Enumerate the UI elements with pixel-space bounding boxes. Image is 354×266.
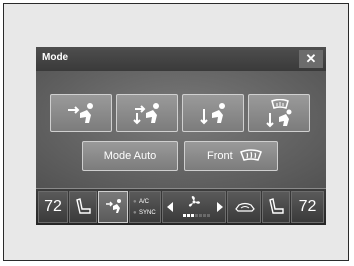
close-button[interactable]: ✕ xyxy=(299,50,323,68)
mode-auto-button[interactable]: Mode Auto xyxy=(82,141,178,171)
recirculation-button[interactable] xyxy=(227,191,261,223)
fan-level-segment xyxy=(183,214,186,217)
ac-indicator-dot: ● xyxy=(133,199,137,205)
bilevel-vent-icon xyxy=(133,103,159,125)
fan-level-segment xyxy=(207,214,210,217)
seat-heater-icon xyxy=(76,198,91,214)
front-defrost-icon xyxy=(240,149,262,161)
mode-floor-defrost-button[interactable] xyxy=(248,94,310,132)
mode-bilevel-vent-button[interactable] xyxy=(116,94,178,132)
seat-heater-icon xyxy=(269,198,284,214)
fan-level-segment xyxy=(203,214,206,217)
face-vent-icon xyxy=(68,103,93,123)
mode-auto-label: Mode Auto xyxy=(103,150,157,162)
climate-bar: 72 ● A/C ● SYNC 72 xyxy=(36,188,326,225)
ac-label: A/C xyxy=(139,199,150,205)
fan-icon xyxy=(188,196,200,207)
ac-sync-button[interactable]: ● A/C ● SYNC xyxy=(129,191,161,223)
fan-level-segment xyxy=(191,214,194,217)
passenger-temp[interactable]: 72 xyxy=(291,191,324,223)
front-label: Front xyxy=(207,150,233,162)
fan-level-meter xyxy=(183,214,210,218)
fan-level-segment xyxy=(195,214,198,217)
front-defrost-button[interactable]: Front xyxy=(184,141,278,171)
mode-panel: Mode Auto Front xyxy=(36,71,326,188)
climate-screen: Mode ✕ Mode Auto Front 72 ● A/C ● SYNC 7… xyxy=(36,47,326,225)
driver-temp[interactable]: 72 xyxy=(38,191,68,223)
passenger-seat-heat-button[interactable] xyxy=(262,191,290,223)
dialog-title: Mode xyxy=(42,52,69,63)
floor-defrost-icon xyxy=(266,99,292,128)
fan-increase-icon[interactable] xyxy=(216,201,224,213)
fan-level-segment xyxy=(187,214,190,217)
fan-level-segment xyxy=(199,214,202,217)
sync-label: SYNC xyxy=(139,210,156,216)
mode-floor-vent-button[interactable] xyxy=(182,94,244,132)
sync-indicator-dot: ● xyxy=(133,210,137,216)
car-recirculation-icon xyxy=(235,202,255,212)
title-bar: Mode ✕ xyxy=(36,47,326,71)
fan-decrease-icon[interactable] xyxy=(166,201,174,213)
floor-vent-icon xyxy=(200,103,225,125)
driver-seat-heat-button[interactable] xyxy=(69,191,97,223)
fan-speed-control xyxy=(162,191,226,223)
mode-face-vent-button[interactable] xyxy=(50,94,112,132)
mode-button-active[interactable] xyxy=(98,191,128,223)
face-vent-icon xyxy=(106,199,121,213)
